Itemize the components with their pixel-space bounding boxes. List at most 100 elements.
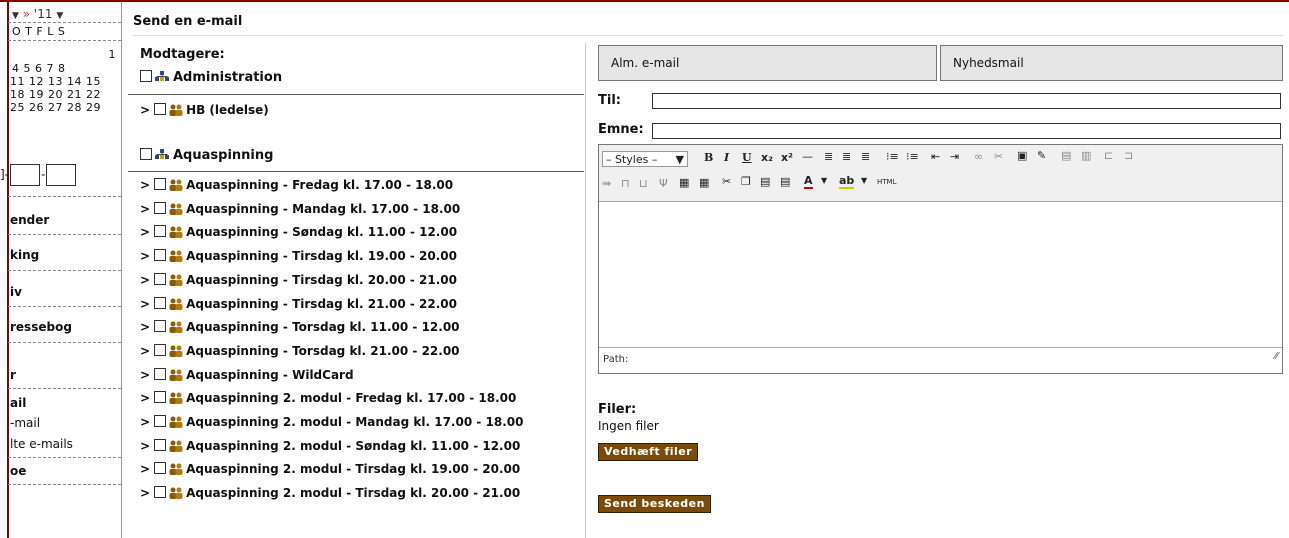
expand-icon[interactable]: > xyxy=(140,178,150,192)
nav-item-email[interactable]: ail xyxy=(10,396,26,410)
recipient-checkbox[interactable] xyxy=(154,178,167,190)
expand-icon[interactable]: > xyxy=(140,344,150,358)
expand-icon[interactable]: > xyxy=(140,486,150,500)
subscript-icon[interactable]: x₂ xyxy=(761,151,773,164)
year-dropdown-icon[interactable]: ▼ xyxy=(56,11,63,21)
expand-icon[interactable]: > xyxy=(140,273,150,287)
expand-icon[interactable]: > xyxy=(140,439,150,453)
unlink-icon[interactable]: ✂ xyxy=(994,150,1003,163)
calendar-row[interactable]: 11 12 13 14 15 xyxy=(10,75,120,88)
recipient-checkbox[interactable] xyxy=(154,225,167,238)
expand-icon[interactable]: > xyxy=(140,368,150,382)
tab-nyhedsmail[interactable]: Nyhedsmail xyxy=(940,45,1283,81)
attach-files-button[interactable]: Vedhæft filer xyxy=(598,443,699,461)
recipient-checkbox[interactable] xyxy=(154,272,167,285)
styles-dropdown[interactable]: – Styles – ▼ xyxy=(602,151,688,167)
date-input-year[interactable] xyxy=(46,164,77,186)
paste-word-icon[interactable]: ▤ xyxy=(780,175,790,188)
expand-icon[interactable]: > xyxy=(140,103,150,117)
align-right-icon[interactable]: ≣ xyxy=(861,150,870,163)
recipient-checkbox[interactable] xyxy=(154,320,167,333)
people-icon xyxy=(169,321,183,334)
recipient-checkbox[interactable] xyxy=(154,343,167,356)
nav-item-r[interactable]: r xyxy=(10,368,16,382)
table-props-icon[interactable]: ▦ xyxy=(699,176,709,189)
tab-alm-email[interactable]: Alm. e-mail xyxy=(598,45,937,81)
recipient-row: > Aquaspinning 2. modul - Fredag kl. 17.0… xyxy=(140,391,516,405)
split-cells-icon[interactable]: ⊔ xyxy=(639,177,648,190)
table-icon[interactable]: ▦ xyxy=(679,176,689,189)
insert-col-after-icon[interactable]: ⊐ xyxy=(1124,149,1133,162)
outdent-icon[interactable]: ⇤ xyxy=(931,150,940,163)
recipient-checkbox[interactable] xyxy=(154,462,167,475)
chevron-down-icon[interactable]: ▼ xyxy=(821,176,827,185)
expand-icon[interactable]: > xyxy=(140,202,150,216)
horizontal-rule-icon[interactable]: — xyxy=(802,150,813,163)
resize-handle-icon[interactable]: ⁄⁄ xyxy=(1275,345,1278,369)
group-checkbox[interactable] xyxy=(140,70,152,82)
nav-item-grupper[interactable]: oe xyxy=(10,464,26,478)
group-checkbox[interactable] xyxy=(140,148,152,160)
paste-icon[interactable]: ▤ xyxy=(760,175,770,188)
indent-icon[interactable]: ⇥ xyxy=(950,150,959,163)
chevron-down-icon[interactable]: ▼ xyxy=(861,176,867,185)
calendar-row[interactable]: 18 19 20 21 22 xyxy=(10,88,120,101)
recipient-checkbox[interactable] xyxy=(154,415,167,427)
recipient-checkbox[interactable] xyxy=(154,103,167,115)
table-row-icon[interactable]: ▤ xyxy=(1061,149,1071,162)
nav-sub-new-email[interactable]: -mail xyxy=(10,416,40,430)
expand-icon[interactable]: > xyxy=(140,297,150,311)
recipient-checkbox[interactable] xyxy=(154,296,167,309)
recipient-checkbox[interactable] xyxy=(154,367,167,380)
recipient-checkbox[interactable] xyxy=(154,438,167,451)
edit-icon[interactable]: ✎ xyxy=(1037,149,1046,162)
highlight-icon[interactable]: ab xyxy=(839,174,855,189)
subject-input[interactable] xyxy=(652,123,1281,139)
delete-col-icon[interactable]: ⇛ xyxy=(602,177,611,190)
calendar-row[interactable]: 4 5 6 7 8 xyxy=(12,62,122,75)
insert-col-before-icon[interactable]: ⊏ xyxy=(1104,149,1113,162)
nav-sub-sent-emails[interactable]: lte e-mails xyxy=(10,437,73,451)
nav-item-kalender[interactable]: ender xyxy=(10,213,49,227)
unordered-list-icon[interactable]: ⁝≡ xyxy=(906,150,919,163)
font-color-icon[interactable]: A xyxy=(804,174,813,189)
expand-icon[interactable]: > xyxy=(140,320,150,334)
recipient-checkbox[interactable] xyxy=(154,249,167,262)
group-header: Aquaspinning xyxy=(140,148,273,163)
italic-icon[interactable]: I xyxy=(724,151,729,164)
expand-icon[interactable]: > xyxy=(140,249,150,263)
cell-props-icon[interactable]: Ψ xyxy=(659,177,668,190)
superscript-icon[interactable]: x² xyxy=(781,151,793,164)
expand-icon[interactable]: > xyxy=(140,225,150,239)
recipient-checkbox[interactable] xyxy=(154,201,167,214)
calendar-year[interactable]: '11 xyxy=(34,7,53,21)
nav-item-booking[interactable]: king xyxy=(10,248,39,262)
merge-cells-icon[interactable]: ⊓ xyxy=(621,177,630,190)
send-button[interactable]: Send beskeden xyxy=(598,495,711,513)
date-input-month[interactable] xyxy=(10,164,41,186)
recipient-checkbox[interactable] xyxy=(154,391,167,404)
align-left-icon[interactable]: ≣ xyxy=(824,150,833,163)
copy-icon[interactable]: ❐ xyxy=(741,175,751,188)
cut-icon[interactable]: ✂ xyxy=(722,175,731,188)
expand-icon[interactable]: > xyxy=(140,391,150,405)
editor-body[interactable] xyxy=(599,202,1282,347)
table-col-icon[interactable]: ▥ xyxy=(1081,149,1091,162)
expand-icon[interactable]: > xyxy=(140,462,150,476)
html-source-button[interactable]: HTML xyxy=(877,178,896,186)
expand-icon[interactable]: > xyxy=(140,415,150,429)
calendar-next-button[interactable]: » xyxy=(23,7,30,21)
calendar-prev-button[interactable]: ▼ xyxy=(12,11,19,21)
bold-icon[interactable]: B xyxy=(704,151,713,164)
image-icon[interactable]: ▣ xyxy=(1017,149,1027,162)
calendar-row[interactable]: 1 xyxy=(8,48,116,61)
calendar-row[interactable]: 25 26 27 28 29 xyxy=(10,101,120,114)
to-input[interactable] xyxy=(652,93,1281,109)
recipient-checkbox[interactable] xyxy=(154,486,167,499)
nav-item-aktiv[interactable]: iv xyxy=(10,285,22,299)
align-center-icon[interactable]: ≣ xyxy=(842,150,851,163)
nav-item-adressebog[interactable]: ressebog xyxy=(10,320,72,334)
underline-icon[interactable]: U xyxy=(742,151,752,164)
link-icon[interactable]: ∞ xyxy=(974,150,983,163)
ordered-list-icon[interactable]: ⁝≡ xyxy=(886,150,899,163)
